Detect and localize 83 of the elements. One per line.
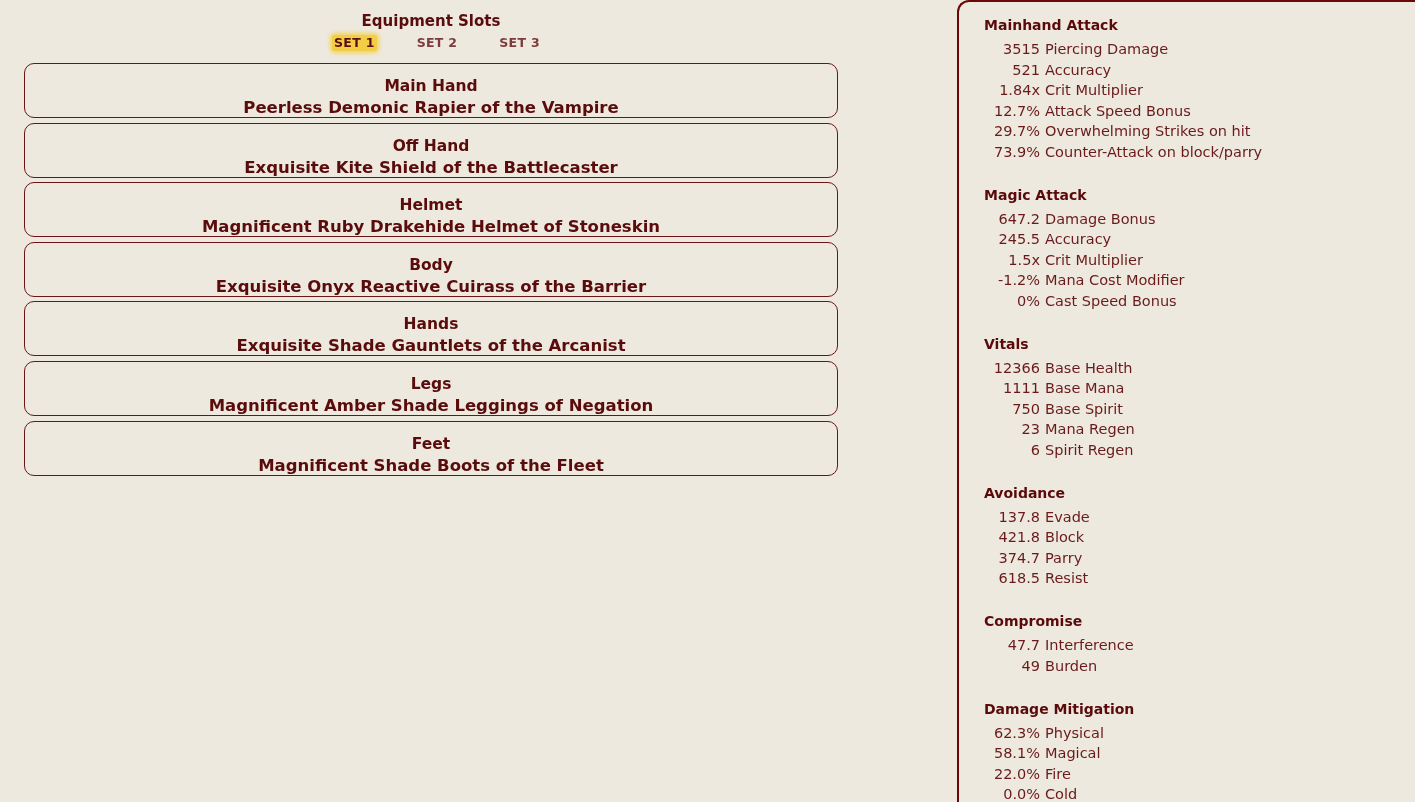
slot-label: Body [409, 254, 453, 276]
slot-label: Off Hand [392, 135, 470, 157]
set-tab[interactable]: SET 2 [414, 35, 460, 51]
set-tab[interactable]: SET 3 [497, 35, 542, 51]
equipment-slot-card[interactable]: Helmet Magnificent Ruby Drakehide Helmet of Stoneskin [24, 182, 838, 238]
stat-amount: 1111 [1002, 379, 1040, 398]
stat-amount: 1.84x [998, 81, 1040, 100]
stat-amount: 23 [1020, 420, 1040, 439]
stat-name: Fire [1045, 764, 1071, 784]
stat-amount: 647.2 [997, 209, 1040, 229]
stat-amount: 62.3% [992, 723, 1040, 743]
stat-name: Block [1045, 528, 1085, 547]
stat-name: Cold [1045, 785, 1078, 802]
stat-name: Burden [1045, 656, 1098, 676]
stat-name: Overwhelming Strikes on hit [1045, 122, 1251, 141]
equipment-slot-card[interactable]: Off Hand Exquisite Kite Shield of the Battlecaster [24, 122, 838, 178]
stat-name: Mana Regen [1045, 420, 1135, 439]
set-tab[interactable]: SET 1 [332, 35, 377, 51]
item-name: Peerless Demonic Rapier of the Vampire [243, 99, 619, 117]
stat-amount: 22.0% [992, 764, 1040, 784]
stat-heading: Magic Attack [984, 185, 1088, 205]
stat-name: Damage Bonus [1045, 209, 1156, 229]
stat-heading: Damage Mitigation [984, 699, 1136, 719]
equipment-slot-card[interactable]: Legs Magnificent Amber Shade Leggings of Negation [24, 360, 838, 416]
stat-amount: 374.7 [997, 548, 1040, 568]
slot-label: Feet [411, 433, 451, 455]
stat-name: Base Health [1045, 358, 1133, 378]
stat-name: Physical [1045, 723, 1104, 743]
stat-amount: 29.7% [992, 122, 1040, 141]
slot-label: Main Hand [384, 76, 478, 97]
item-name: Exquisite Onyx Reactive Cuirass of the Barrier [215, 277, 647, 296]
item-name: Magnificent Ruby Drakehide Helmet of Stoneskin [201, 218, 661, 237]
stat-amount: 47.7 [1006, 636, 1040, 655]
stat-amount: 1.5x [1007, 250, 1040, 270]
stat-amount: 618.5 [997, 569, 1040, 588]
stat-heading: Compromise [984, 612, 1084, 631]
stat-name: Accuracy [1045, 230, 1112, 249]
stat-name: Interference [1045, 636, 1134, 655]
slot-label: Legs [410, 373, 452, 395]
item-name: Exquisite Shade Gauntlets of the Arcanist [236, 337, 626, 356]
stat-name: Spirit Regen [1045, 440, 1134, 460]
stat-name: Parry [1045, 548, 1083, 568]
stat-name: Evade [1045, 507, 1090, 527]
stat-heading: Vitals [984, 334, 1030, 354]
item-name: Magnificent Amber Shade Leggings of Negation [208, 396, 654, 415]
stat-amount: 137.8 [997, 507, 1040, 527]
item-name: Magnificent Shade Boots of the Fleet [258, 456, 604, 475]
stat-name: Accuracy [1045, 60, 1112, 80]
stat-amount: 421.8 [997, 528, 1040, 547]
stat-name: Base Spirit [1045, 399, 1124, 419]
stat-name: Attack Speed Bonus [1045, 101, 1191, 121]
stat-name: Base Mana [1045, 379, 1125, 398]
stat-name: Piercing Damage [1045, 40, 1169, 59]
stat-amount: 750 [1011, 399, 1040, 419]
stat-amount: 6 [1029, 440, 1040, 460]
stat-amount: 521 [1011, 60, 1040, 80]
stat-name: Mana Cost Modifier [1045, 271, 1185, 290]
equipment-slot-card[interactable]: Hands Exquisite Shade Gauntlets of the Arcanist [24, 301, 838, 357]
equipment-slot-card[interactable]: Feet Magnificent Shade Boots of the Fleet [24, 420, 838, 476]
equipment-slot-card[interactable]: Body Exquisite Onyx Reactive Cuirass of the Barrier [24, 241, 838, 297]
equipment-slot-card[interactable]: Main Hand Peerless Demonic Rapier of the Vampire [24, 63, 838, 118]
section-title: Equipment Slots [361, 11, 501, 31]
stat-name: Magical [1045, 744, 1101, 763]
stat-amount: 49 [1020, 656, 1040, 676]
stat-amount: 0% [1016, 291, 1040, 311]
slot-label: Hands [403, 314, 459, 336]
stat-name: Counter-Attack on block/parry [1045, 142, 1263, 162]
stat-amount: 0.0% [1002, 785, 1040, 802]
stat-amount: 58.1% [992, 744, 1040, 763]
stat-amount: 3515 [1002, 40, 1040, 59]
stat-name: Resist [1045, 569, 1089, 588]
stat-amount: 73.9% [992, 142, 1040, 162]
stat-name: Cast Speed Bonus [1045, 291, 1177, 311]
slot-label: Helmet [399, 195, 463, 217]
stat-heading: Avoidance [984, 483, 1067, 503]
stat-amount: 12.7% [992, 101, 1040, 121]
stat-name: Crit Multiplier [1045, 81, 1143, 100]
stat-name: Crit Multiplier [1045, 250, 1143, 270]
stat-amount: 245.5 [997, 230, 1040, 249]
stat-heading: Mainhand Attack [984, 16, 1119, 35]
stat-amount: 12366 [992, 358, 1040, 378]
stat-amount: -1.2% [996, 271, 1040, 290]
item-name: Exquisite Kite Shield of the Battlecaster [244, 158, 618, 177]
